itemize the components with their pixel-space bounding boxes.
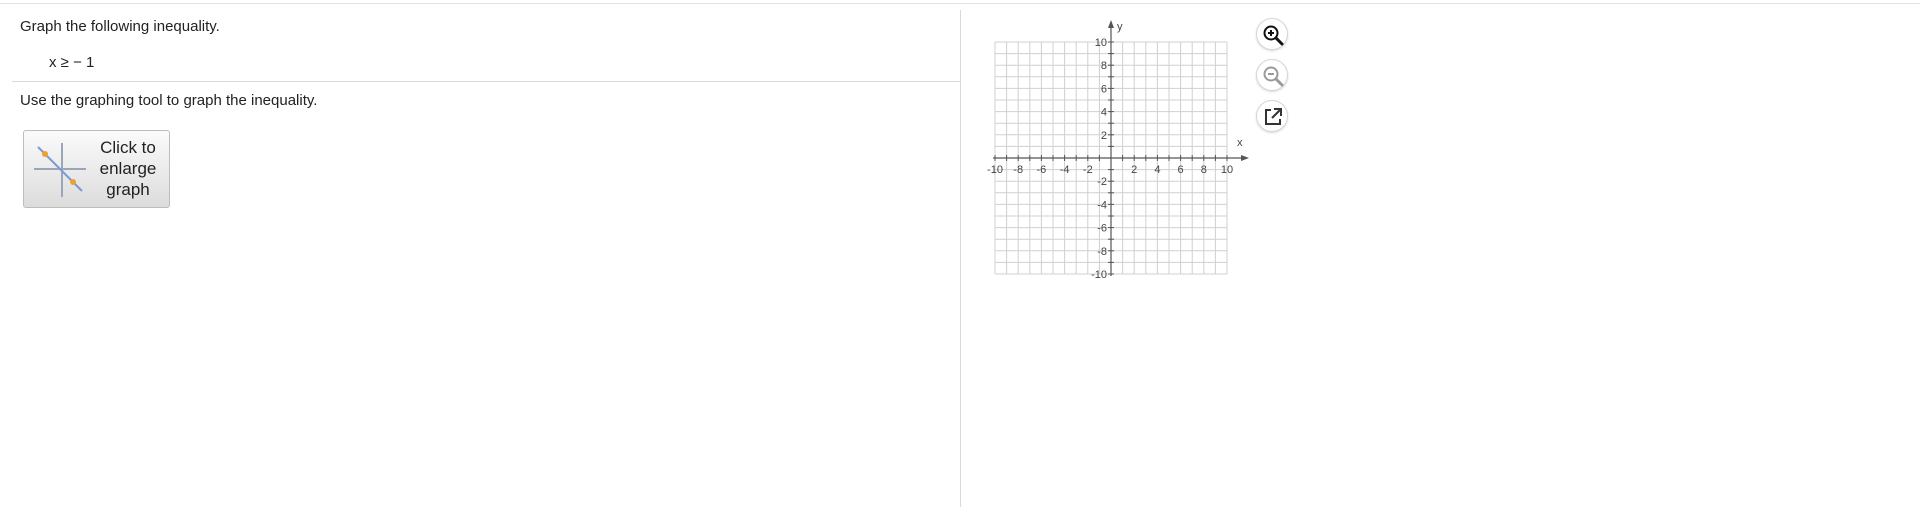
x-tick-label: 6: [1178, 164, 1184, 176]
zoom-in-icon: [1263, 25, 1284, 46]
question-instruction: Graph the following inequality.: [20, 18, 220, 35]
y-tick-label: 4: [1101, 107, 1107, 119]
coordinate-grid[interactable]: -10 -8 -6 -4 -2 2 4 6 8 10 10 8 6 4 2 -2 -4 -6 -8 -10 x y: [975, 10, 1275, 310]
section-divider: [12, 81, 960, 82]
y-tick-label: -6: [1097, 223, 1107, 235]
enlarge-graph-button[interactable]: Click to enlarge graph: [23, 130, 170, 208]
y-tick-label: 8: [1101, 60, 1107, 72]
tool-instruction: Use the graphing tool to graph the inequ…: [20, 92, 318, 109]
graph-thumbnail-icon: [34, 143, 86, 197]
zoom-out-icon: [1263, 66, 1284, 87]
x-tick-label: -2: [1083, 164, 1093, 176]
y-tick-label: 10: [1095, 37, 1107, 49]
y-tick-label: 2: [1101, 130, 1107, 142]
x-axis-arrow: [1241, 155, 1249, 161]
x-tick-label: -4: [1060, 164, 1070, 176]
enlarge-graph-label: Click to enlarge graph: [99, 138, 157, 199]
x-tick-label: 8: [1201, 164, 1207, 176]
x-tick-label: 10: [1221, 164, 1233, 176]
x-tick-label: -10: [987, 164, 1003, 176]
y-tick-label: 6: [1101, 83, 1107, 95]
question-pane: [0, 4, 960, 507]
y-axis-arrow: [1108, 20, 1114, 28]
y-tick-label: -2: [1097, 176, 1107, 188]
x-tick-label: -6: [1037, 164, 1047, 176]
y-axis-label: y: [1117, 21, 1123, 33]
zoom-in-button[interactable]: [1256, 18, 1288, 50]
x-axis-label: x: [1237, 137, 1243, 149]
y-tick-label: -8: [1097, 246, 1107, 258]
pane-divider: [960, 10, 961, 507]
popout-button[interactable]: [1256, 100, 1288, 132]
zoom-out-button[interactable]: [1256, 59, 1288, 91]
x-tick-label: 4: [1154, 164, 1160, 176]
x-tick-label: -8: [1013, 164, 1023, 176]
popout-icon: [1265, 108, 1282, 125]
y-tick-label: -10: [1091, 269, 1107, 281]
y-tick-label: -4: [1097, 199, 1107, 211]
x-tick-label: 2: [1131, 164, 1137, 176]
inequality-text: x ≥ − 1: [49, 54, 95, 71]
